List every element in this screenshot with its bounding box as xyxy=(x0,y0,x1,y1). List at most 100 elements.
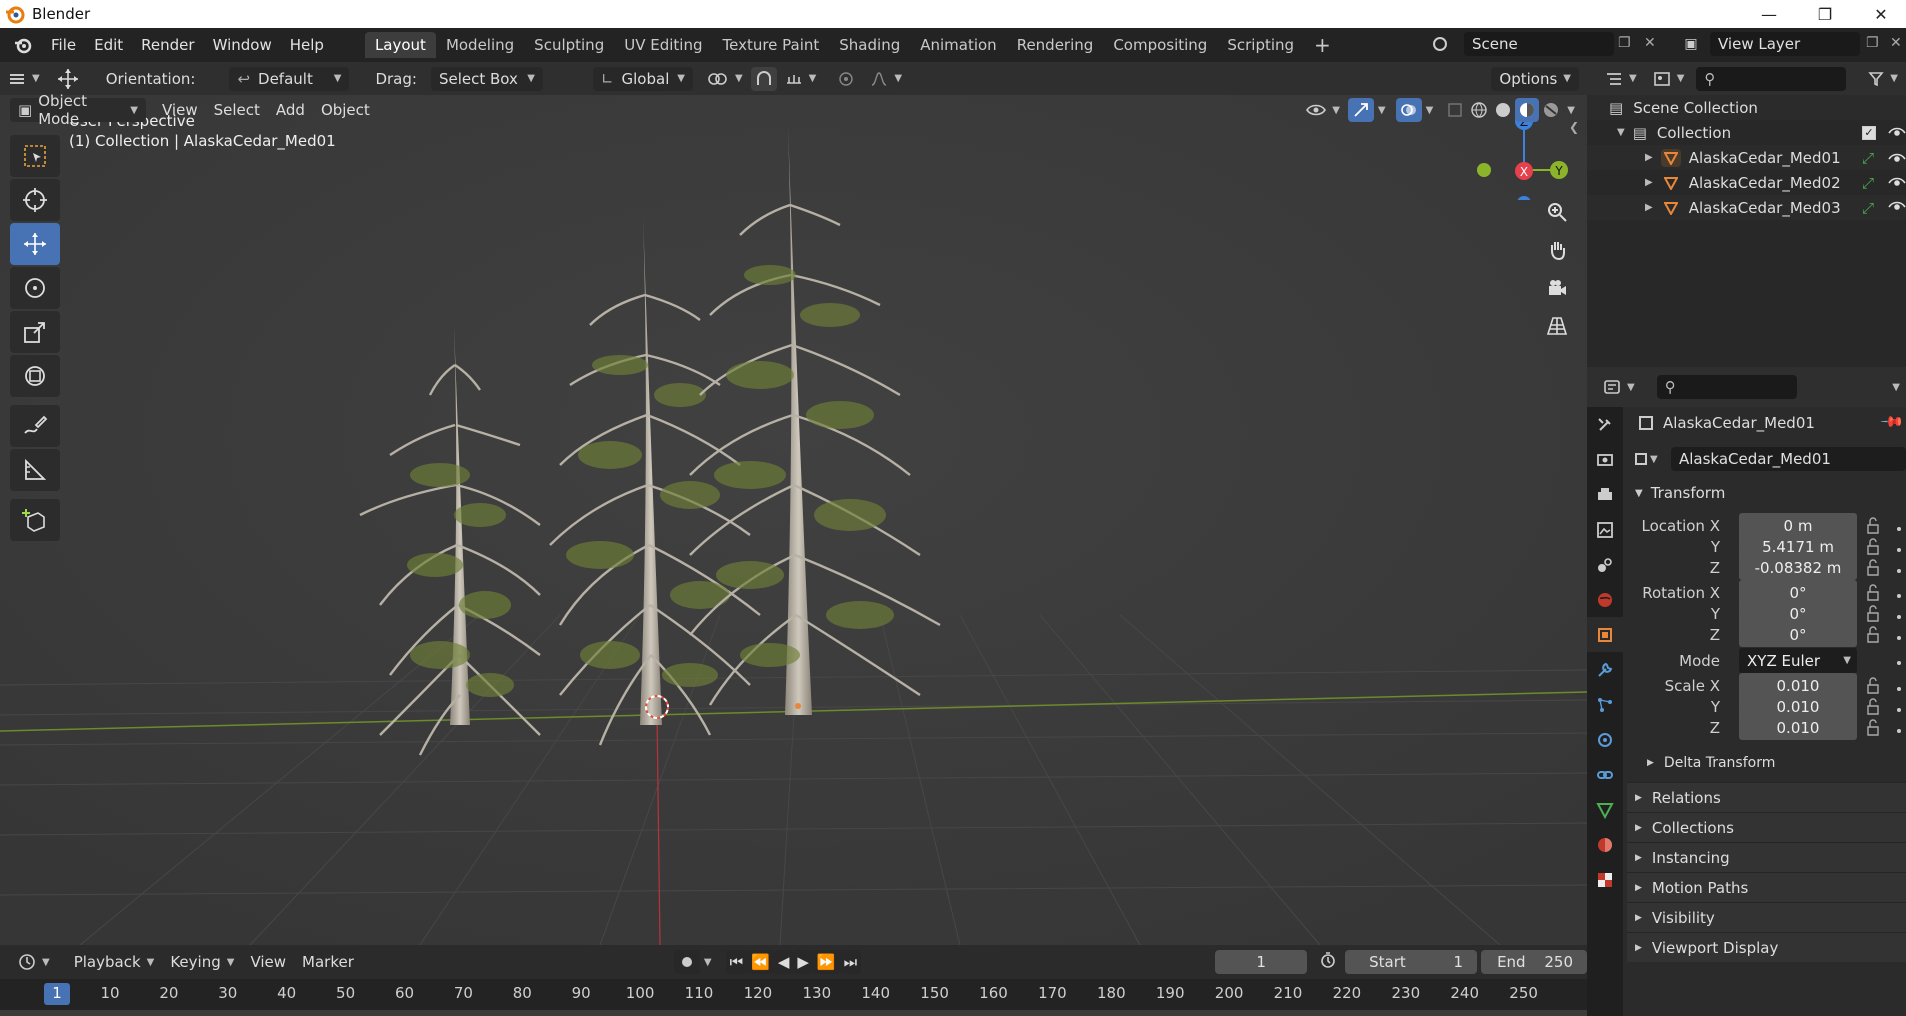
expand-collections-icon[interactable]: ▶ xyxy=(1635,823,1642,833)
tab-shading[interactable]: Shading xyxy=(829,32,910,58)
menu-edit[interactable]: Edit xyxy=(85,28,132,62)
timeline-ruler[interactable]: 1 10 20 30 40 50 60 70 80 90 100 110 120 130 140 150 160… xyxy=(0,979,1587,1016)
material-preview-shading-icon[interactable] xyxy=(1515,98,1540,122)
cursor-tool-icon[interactable] xyxy=(10,179,60,221)
orientation-dropdown[interactable]: ↩ Default ▼ xyxy=(229,66,350,91)
object-tab-icon[interactable] xyxy=(1587,617,1623,652)
play-icon[interactable]: ▶ xyxy=(793,950,813,974)
gizmo-toggle-icon[interactable] xyxy=(1347,98,1374,122)
rotation-mode-dropdown[interactable]: XYZ Euler ▼ xyxy=(1739,648,1857,673)
camera-view-icon[interactable] xyxy=(1540,271,1574,305)
scene-tab-icon[interactable] xyxy=(1587,547,1623,582)
minimize-button[interactable]: — xyxy=(1746,0,1792,28)
expand-object-icon[interactable]: ▶ xyxy=(1645,152,1653,163)
world-tab-icon[interactable] xyxy=(1587,582,1623,617)
move-tool-icon[interactable] xyxy=(10,223,60,265)
keying-set-dropdown-icon[interactable]: ▼ xyxy=(700,950,716,974)
options-dropdown[interactable]: Options ▼ xyxy=(1491,66,1579,91)
snap-target-icon[interactable]: ▼ xyxy=(777,67,825,91)
visibility-panel[interactable]: ▶ Visibility xyxy=(1627,902,1906,932)
expand-collection-icon[interactable]: ▼ xyxy=(1617,127,1625,138)
object-name-field[interactable]: AlaskaCedar_Med01 xyxy=(1671,447,1906,471)
scene-copy-icon[interactable]: ❐ xyxy=(1618,35,1631,51)
visibility-eye-icons[interactable] xyxy=(1887,125,1906,225)
snap-toggle-icon[interactable] xyxy=(750,66,777,91)
timeline-scrollbar[interactable] xyxy=(0,1010,1587,1016)
scene-remove-icon[interactable]: ✕ xyxy=(1644,35,1656,51)
tab-layout[interactable]: Layout xyxy=(364,32,436,58)
tab-texture-paint[interactable]: Texture Paint xyxy=(712,32,829,58)
data-tab-icon[interactable] xyxy=(1587,792,1623,827)
motion-paths-panel[interactable]: ▶ Motion Paths xyxy=(1627,872,1906,902)
properties-options-icon[interactable]: ▼ xyxy=(1892,382,1900,393)
menu-window[interactable]: Window xyxy=(204,28,281,62)
material-tab-icon[interactable] xyxy=(1587,827,1623,862)
tab-scripting[interactable]: Scripting xyxy=(1217,32,1304,58)
outliner-editor-type-icon[interactable]: ▼ xyxy=(1597,67,1645,91)
collection-exclude-checkbox[interactable]: ✓ xyxy=(1862,125,1876,140)
particles-tab-icon[interactable] xyxy=(1587,687,1623,722)
blender-menu-icon[interactable] xyxy=(12,34,34,56)
expand-object-icon[interactable]: ▶ xyxy=(1645,177,1653,188)
3d-viewport[interactable]: User Perspective (1) Collection | Alaska… xyxy=(0,95,1587,945)
viewport-display-panel[interactable]: ▶ Viewport Display xyxy=(1627,932,1906,962)
menu-file[interactable]: File xyxy=(42,28,85,62)
properties-editor-type-icon[interactable]: ▼ xyxy=(1595,375,1643,399)
delta-transform-subpanel[interactable]: ▶ Delta Transform xyxy=(1647,751,1775,775)
tab-animation[interactable]: Animation xyxy=(910,32,1006,58)
view-layer-tab-icon[interactable] xyxy=(1587,512,1623,547)
properties-search-input[interactable]: ⚲ xyxy=(1656,375,1797,399)
expand-viewport-display-icon[interactable]: ▶ xyxy=(1635,943,1642,953)
timeline-menu-marker[interactable]: Marker xyxy=(294,950,362,974)
play-reverse-icon[interactable]: ◀ xyxy=(773,950,794,974)
measure-tool-icon[interactable] xyxy=(10,449,60,491)
outliner-object-med03[interactable]: ▶ AlaskaCedar_Med03 ⤢ xyxy=(1587,195,1906,220)
auto-keying-icon[interactable] xyxy=(673,950,700,974)
transform-panel-header[interactable]: ▼ Transform xyxy=(1627,478,1906,508)
proportional-edit-icon[interactable] xyxy=(830,67,862,91)
wireframe-shading-icon[interactable] xyxy=(1467,98,1491,122)
menu-help[interactable]: Help xyxy=(281,28,333,62)
transform-tool-icon[interactable] xyxy=(10,355,60,397)
overlays-toggle-icon[interactable] xyxy=(1395,98,1422,122)
view-layer-copy-icon[interactable]: ❐ xyxy=(1866,35,1879,51)
current-frame-field[interactable]: 1 xyxy=(1215,950,1308,974)
viewport-menu-select[interactable]: Select xyxy=(206,98,268,122)
outliner-search-input[interactable]: ⚲ xyxy=(1696,66,1847,91)
timeline-menu-view[interactable]: View xyxy=(242,950,294,974)
tab-sculpting[interactable]: Sculpting xyxy=(524,32,614,58)
overlays-dropdown-icon[interactable]: ▼ xyxy=(1422,98,1438,122)
outliner-object-med01[interactable]: ▶ AlaskaCedar_Med01 ⤢ xyxy=(1587,145,1906,170)
view-layer-field[interactable]: View Layer xyxy=(1710,32,1860,56)
mode-dropdown[interactable]: ▣ Object Mode ▼ xyxy=(10,92,146,128)
pan-hand-icon[interactable] xyxy=(1540,233,1574,267)
viewport-menu-object[interactable]: Object xyxy=(313,98,378,122)
jump-keyframe-back-icon[interactable]: ⏪ xyxy=(747,950,774,974)
output-tab-icon[interactable] xyxy=(1587,477,1623,512)
timeline-menu-keying[interactable]: Keying ▼ xyxy=(162,950,242,974)
pin-icon[interactable]: 📌 xyxy=(1879,409,1905,435)
viewport-menu-add[interactable]: Add xyxy=(268,98,313,122)
editor-type-icon[interactable]: ▼ xyxy=(0,67,48,91)
expand-motion-paths-icon[interactable]: ▶ xyxy=(1635,883,1642,893)
jump-start-icon[interactable]: ⏮ xyxy=(725,950,748,974)
outliner-object-med02[interactable]: ▶ AlaskaCedar_Med02 ⤢ xyxy=(1587,170,1906,195)
tool-tab-icon[interactable] xyxy=(1587,407,1623,442)
location-z-field[interactable]: -0.08382 m xyxy=(1739,555,1857,580)
instancing-panel[interactable]: ▶ Instancing xyxy=(1627,842,1906,872)
timeline-editor-type-icon[interactable]: ▼ xyxy=(10,950,58,974)
physics-tab-icon[interactable] xyxy=(1587,722,1623,757)
collections-panel[interactable]: ▶ Collections xyxy=(1627,812,1906,842)
add-cube-tool-icon[interactable] xyxy=(10,499,60,541)
tab-modeling[interactable]: Modeling xyxy=(436,32,524,58)
zoom-icon[interactable] xyxy=(1540,195,1574,229)
menu-render[interactable]: Render xyxy=(132,28,203,62)
outliner-collection[interactable]: ▼ ▤ Collection ✓ xyxy=(1587,120,1906,145)
jump-end-icon[interactable]: ⏭ xyxy=(839,950,862,974)
rendered-shading-icon[interactable] xyxy=(1539,98,1563,122)
render-tab-icon[interactable] xyxy=(1587,442,1623,477)
expand-relations-icon[interactable]: ▶ xyxy=(1635,793,1642,803)
close-window-button[interactable]: ✕ xyxy=(1858,0,1904,28)
transform-tool-icon[interactable] xyxy=(48,67,88,91)
texture-tab-icon[interactable] xyxy=(1587,862,1623,897)
